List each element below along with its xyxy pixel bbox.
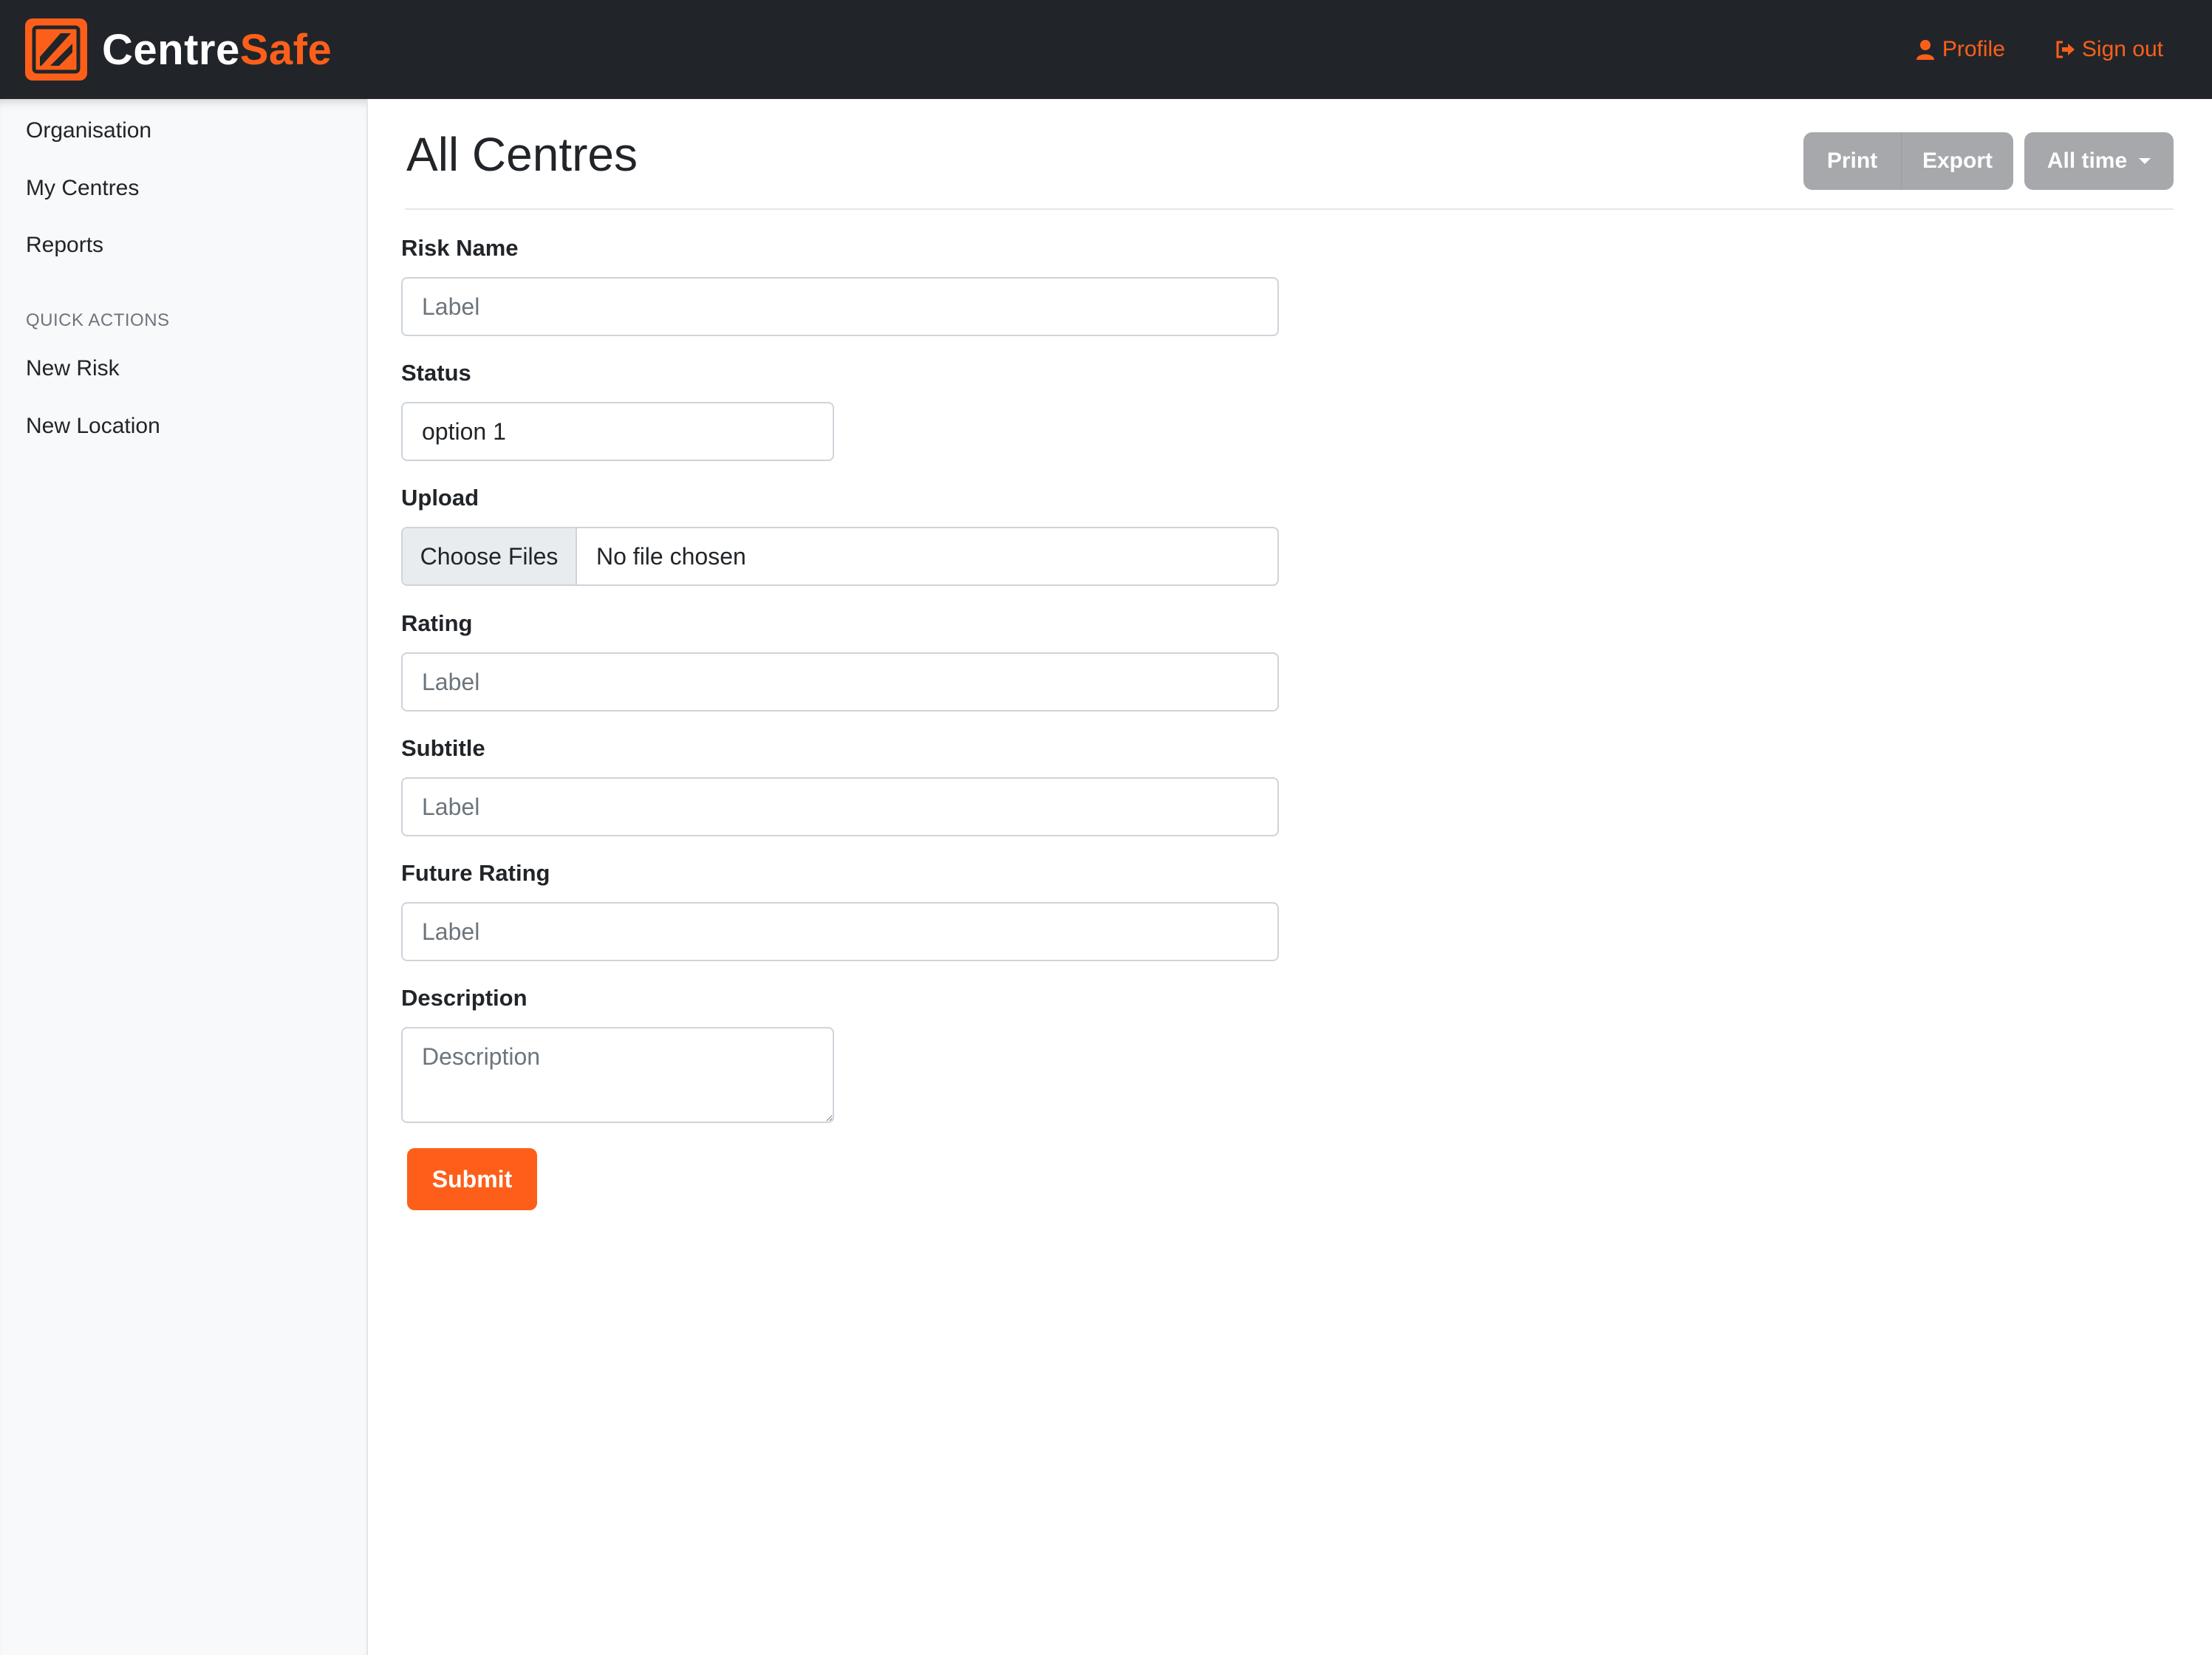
brand-name-part2: Safe [239,25,332,74]
status-select[interactable]: option 1 [401,402,834,461]
rating-label: Rating [401,610,473,636]
upload-label: Upload [401,485,479,511]
description-textarea[interactable] [401,1027,834,1123]
description-label: Description [401,985,528,1011]
risk-name-input[interactable] [401,277,1279,336]
status-select-value: option 1 [422,417,506,445]
status-label: Status [401,360,471,386]
profile-link-label: Profile [1942,37,2005,61]
top-navbar: CentreSafe Profile Sign out [0,0,2212,99]
submit-button[interactable]: Submit [407,1148,537,1210]
print-button[interactable]: Print [1803,132,1901,190]
brand[interactable]: CentreSafe [25,18,332,81]
brand-name-part1: Centre [102,25,240,74]
future-rating-input[interactable] [401,902,1279,961]
page-title: All Centres [406,128,638,181]
centresafe-logo-icon [25,18,87,81]
profile-link[interactable]: Profile [1914,37,2005,62]
export-button[interactable]: Export [1901,132,2013,190]
sidebar-item-new-risk[interactable]: New Risk [26,356,120,381]
sidebar-item-organisation[interactable]: Organisation [26,118,151,143]
user-icon [1916,40,1934,60]
sign-out-link-label: Sign out [2081,37,2163,61]
main-content: All Centres Print Export All time Risk N… [369,99,2212,1655]
quick-actions-heading: QUICK ACTIONS [26,310,170,330]
rating-input[interactable] [401,652,1279,712]
subtitle-input[interactable] [401,777,1279,836]
sidebar-item-new-location[interactable]: New Location [26,414,160,439]
file-upload-input[interactable]: Choose Files No file chosen [401,527,1279,586]
time-range-label: All time [2047,149,2128,173]
sign-out-icon [2056,41,2075,58]
file-status-text: No file chosen [596,542,746,570]
time-range-dropdown[interactable]: All time [2024,132,2174,190]
sidebar-item-reports[interactable]: Reports [26,233,103,258]
brand-name: CentreSafe [102,25,332,75]
subtitle-label: Subtitle [401,735,485,761]
title-divider [405,208,2174,210]
caret-down-icon [2139,158,2151,164]
risk-name-label: Risk Name [401,235,519,261]
header-links: Profile Sign out [1865,0,2163,99]
sidebar-item-my-centres[interactable]: My Centres [26,176,139,201]
print-export-group: Print Export [1803,132,2013,190]
future-rating-label: Future Rating [401,860,550,886]
sidebar: Organisation My Centres Reports QUICK AC… [0,99,368,1655]
sign-out-link[interactable]: Sign out [2054,37,2163,62]
choose-files-button[interactable]: Choose Files [403,528,577,584]
